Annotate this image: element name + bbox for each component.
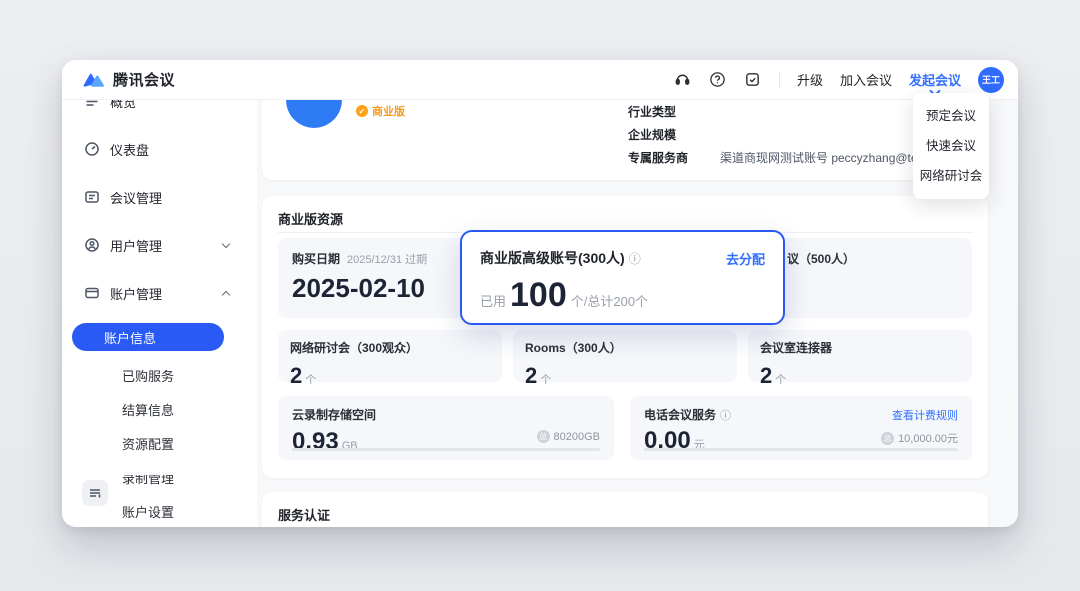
usage-progress-bar (292, 448, 600, 451)
phone-conference-tile: 电话会议服务 ⓘ 查看计费规则 0.00 元 总 10,000.00元 (630, 396, 972, 460)
join-meeting-link[interactable]: 加入会议 (840, 70, 892, 89)
billing-rules-link[interactable]: 查看计费规则 (892, 407, 958, 423)
header-divider (779, 72, 780, 88)
sidebar: 概览 仪表盘 会议管理 用户管理 (62, 100, 257, 527)
tile-label: 会议室连接器 (760, 341, 832, 355)
expire-note: 2025/12/31 过期 (347, 251, 427, 267)
sidebar-item-label: 会议管理 (110, 188, 162, 207)
total-text: 10,000.00元 (898, 430, 958, 446)
tile-value: 2 (525, 363, 537, 389)
sidebar-collapse-button[interactable] (82, 480, 108, 506)
chevron-down-icon (222, 241, 230, 249)
service-certification-card: 服务认证 (262, 492, 988, 527)
total-badge-icon: 总 (537, 430, 550, 443)
enterprise-profile-card: ✓ 商业版 行业类型 企业规模 专属服务商 渠道商现网测试账号 peccyzha… (262, 100, 988, 180)
used-label: 已用 (480, 291, 506, 310)
user-avatar[interactable]: 王工 (978, 67, 1004, 93)
tile-unit: 个 (305, 371, 316, 387)
tile-label: 网络研讨会（300观众） (290, 341, 418, 355)
tile-label: 购买日期 (292, 250, 340, 267)
total-badge-icon: 总 (881, 432, 894, 445)
plan-badge-label: 商业版 (372, 103, 405, 119)
info-icon[interactable]: ⓘ (629, 250, 641, 267)
menu-item-quick-meeting[interactable]: 快速会议 (913, 131, 989, 161)
sidebar-item-overview[interactable]: 概览 (84, 100, 244, 111)
dashboard-icon (84, 141, 100, 157)
purchase-date-value: 2025-02-10 (292, 273, 488, 304)
user-mgmt-icon (84, 237, 100, 253)
business-badge-icon: ✓ (356, 105, 368, 117)
total-capacity: 总 10,000.00元 (881, 430, 958, 446)
app-window: 腾讯会议 (62, 60, 1018, 527)
field-industry: 行业类型 (628, 103, 720, 120)
sidebar-item-label: 用户管理 (110, 236, 162, 255)
field-company-size: 企业规模 (628, 126, 720, 143)
tile-unit: 个 (540, 371, 551, 387)
sidebar-item-account-info-selected[interactable]: 账户信息 (72, 323, 224, 351)
tile-value: 0.93 (292, 428, 339, 456)
used-value: 100 (510, 278, 567, 312)
popup-title: 商业版高级账号(300人) (480, 248, 625, 268)
chevron-up-icon (222, 289, 230, 297)
customer-service-icon[interactable] (674, 71, 692, 89)
sidebar-item-billing-info[interactable]: 结算信息 (122, 399, 257, 419)
collapse-icon (88, 486, 102, 500)
overview-icon (84, 100, 100, 109)
meeting-mgmt-icon (84, 189, 100, 205)
sidebar-item-resource-config[interactable]: 资源配置 (122, 433, 257, 453)
brand-name: 腾讯会议 (113, 69, 175, 90)
tile-value: 2 (760, 363, 772, 389)
room-connector-tile: 会议室连接器 2 个 (748, 330, 972, 382)
sidebar-item-label: 概览 (110, 100, 136, 111)
start-meeting-dropdown: 预定会议 快速会议 网络研讨会 (913, 93, 989, 199)
sidebar-item-recording-mgmt[interactable]: 录制管理 (122, 467, 257, 487)
start-meeting-wrap: 发起会议 (909, 70, 961, 90)
tile-unit: 个 (775, 371, 786, 387)
sidebar-item-dashboard[interactable]: 仪表盘 (84, 139, 244, 159)
brand: 腾讯会议 (82, 69, 175, 90)
header-actions: 升级 加入会议 发起会议 王工 (674, 67, 1004, 93)
sidebar-item-account-settings[interactable]: 账户设置 (122, 501, 257, 521)
assign-link[interactable]: 去分配 (726, 249, 765, 268)
webinar-tile: 网络研讨会（300观众） 2 个 (278, 330, 502, 382)
plan-badge: ✓ 商业版 (356, 103, 405, 119)
sidebar-item-account-mgmt[interactable]: 账户管理 (84, 283, 244, 303)
rooms-tile: Rooms（300人） 2 个 (513, 330, 737, 382)
total-capacity: 总 80200GB (537, 430, 600, 443)
task-clipboard-icon[interactable] (744, 71, 762, 89)
premium-account-highlight-card: 商业版高级账号(300人) ⓘ 去分配 已用 100 个/总计200个 (460, 230, 785, 325)
tile-label: 电话会议服务 (644, 406, 716, 423)
tile-label: 云录制存储空间 (292, 408, 376, 422)
field-label: 企业规模 (628, 126, 720, 143)
menu-item-webinar[interactable]: 网络研讨会 (913, 161, 989, 191)
enterprise-avatar (286, 100, 342, 128)
account-mgmt-icon (84, 285, 100, 301)
total-text: 80200GB (554, 431, 600, 443)
top-header: 腾讯会议 (62, 60, 1018, 100)
total-suffix: 个/总计200个 (571, 291, 648, 310)
cloud-recording-tile: 云录制存储空间 0.93 GB 总 80200GB (278, 396, 614, 460)
tile-label: Rooms（300人） (525, 341, 622, 355)
upgrade-link[interactable]: 升级 (797, 70, 823, 89)
menu-item-schedule-meeting[interactable]: 预定会议 (913, 101, 989, 131)
sidebar-item-user-mgmt[interactable]: 用户管理 (84, 235, 244, 255)
usage-progress-bar (644, 448, 958, 451)
sidebar-item-meeting-mgmt[interactable]: 会议管理 (84, 187, 244, 207)
main-content: ✓ 商业版 行业类型 企业规模 专属服务商 渠道商现网测试账号 peccyzha… (257, 100, 1018, 527)
section-title: 商业版资源 (278, 209, 343, 228)
section-title: 服务认证 (278, 505, 330, 524)
info-icon[interactable]: ⓘ (720, 407, 731, 423)
field-label: 专属服务商 (628, 149, 720, 166)
field-label: 行业类型 (628, 103, 720, 120)
sidebar-item-label: 账户管理 (110, 284, 162, 303)
tencent-meeting-logo-icon (82, 70, 106, 90)
help-icon[interactable] (709, 71, 727, 89)
sidebar-item-label: 仪表盘 (110, 140, 149, 159)
tile-value: 2 (290, 363, 302, 389)
sidebar-item-purchased-services[interactable]: 已购服务 (122, 365, 257, 385)
tile-label: 议（500人） (787, 252, 855, 266)
